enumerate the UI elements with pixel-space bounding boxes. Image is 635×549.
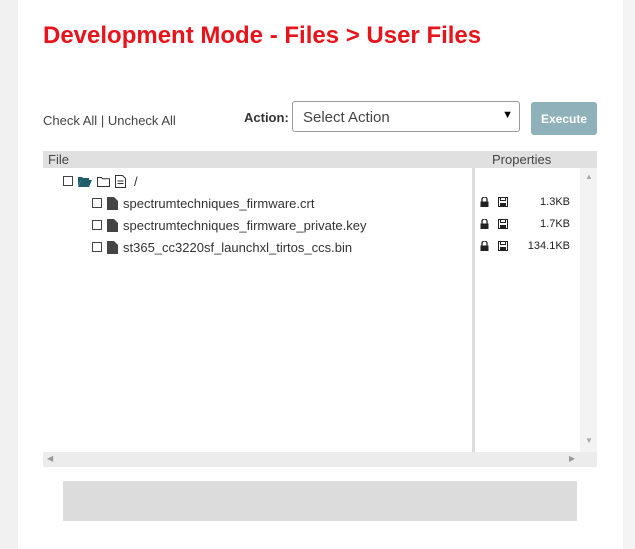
scroll-left-icon[interactable]: ◀ — [47, 454, 53, 463]
lock-icon — [480, 218, 489, 232]
document-icon[interactable] — [115, 174, 126, 188]
column-header-file: File — [48, 152, 69, 167]
lock-icon — [480, 196, 489, 210]
file-icon — [107, 196, 118, 210]
scroll-down-icon[interactable]: ▼ — [585, 436, 593, 445]
file-table-header: File Properties — [43, 151, 597, 168]
properties-row: 1.3KB — [475, 193, 580, 213]
root-path-label: / — [134, 173, 138, 189]
file-tree: / spectrumtechniques_firmware.crt spectr… — [43, 168, 472, 452]
lock-icon — [480, 240, 489, 254]
link-separator: | — [100, 113, 105, 128]
file-name[interactable]: spectrumtechniques_firmware.crt — [123, 196, 314, 211]
save-icon[interactable] — [498, 219, 508, 232]
file-checkbox[interactable] — [92, 220, 102, 230]
folder-open-icon[interactable] — [78, 176, 92, 187]
action-label: Action: — [244, 110, 289, 125]
action-select-value: Select Action — [303, 109, 390, 126]
properties-row: 1.7KB — [475, 215, 580, 235]
file-icon — [107, 218, 118, 232]
scroll-up-icon[interactable]: ▲ — [585, 172, 593, 181]
action-select[interactable]: Select Action ▼ — [292, 101, 520, 132]
check-links: Check All | Uncheck All — [43, 113, 176, 128]
file-row[interactable]: spectrumtechniques_firmware_private.key — [92, 215, 367, 235]
scroll-right-icon[interactable]: ▶ — [569, 454, 575, 463]
file-name[interactable]: spectrumtechniques_firmware_private.key — [123, 218, 367, 233]
status-bar — [63, 481, 577, 521]
main-panel: Development Mode - Files > User Files Ch… — [18, 0, 623, 549]
page-title: Development Mode - Files > User Files — [43, 22, 482, 49]
file-row[interactable]: spectrumtechniques_firmware.crt — [92, 193, 314, 213]
root-checkbox[interactable] — [63, 176, 73, 186]
file-size: 134.1KB — [527, 240, 570, 252]
execute-button[interactable]: Execute — [531, 102, 597, 135]
file-name[interactable]: st365_cc3220sf_launchxl_tirtos_ccs.bin — [123, 240, 352, 255]
properties-row: 134.1KB — [475, 237, 580, 257]
file-row[interactable]: st365_cc3220sf_launchxl_tirtos_ccs.bin — [92, 237, 352, 257]
folder-icon[interactable] — [97, 176, 110, 187]
save-icon[interactable] — [498, 241, 508, 254]
tree-root-row[interactable]: / — [63, 171, 138, 191]
check-all-link[interactable]: Check All — [43, 113, 97, 128]
properties-column: 1.3KB 1.7KB 134.1KB — [475, 168, 580, 452]
horizontal-scrollbar[interactable]: ◀ ▶ — [43, 452, 597, 467]
left-sidebar-strip — [0, 0, 18, 549]
uncheck-all-link[interactable]: Uncheck All — [108, 113, 176, 128]
file-size: 1.3KB — [540, 196, 570, 208]
caret-down-icon: ▼ — [502, 109, 513, 121]
column-header-properties: Properties — [492, 152, 552, 167]
save-icon[interactable] — [498, 197, 508, 210]
file-icon — [107, 240, 118, 254]
file-checkbox[interactable] — [92, 198, 102, 208]
file-checkbox[interactable] — [92, 242, 102, 252]
file-size: 1.7KB — [540, 218, 570, 230]
right-edge-strip — [623, 0, 635, 549]
vertical-scrollbar[interactable]: ▲ ▼ — [580, 168, 597, 452]
